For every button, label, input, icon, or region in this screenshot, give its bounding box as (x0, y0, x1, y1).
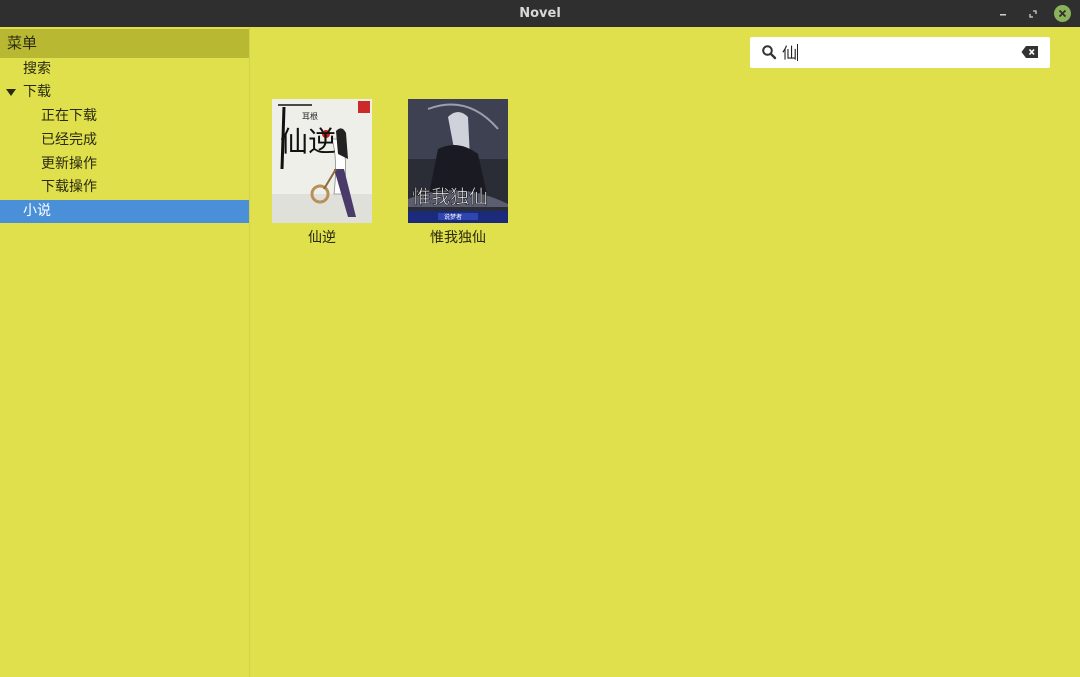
sidebar-item-search[interactable]: 搜索 (0, 58, 249, 81)
maximize-button[interactable] (1024, 5, 1042, 23)
book-cover-image: 仙逆 耳根 (272, 99, 372, 223)
sidebar-item-update-ops[interactable]: 更新操作 (0, 153, 249, 176)
book-title: 惟我独仙 (430, 230, 486, 246)
sidebar-item-novels[interactable]: 小说 (0, 200, 249, 223)
search-field[interactable] (750, 37, 1050, 68)
window-title: Novel (519, 6, 561, 21)
close-button[interactable] (1054, 5, 1071, 22)
main-content: 仙逆 耳根 仙逆 惟我独仙 说梦者 惟我独仙 (251, 27, 1080, 677)
cover-author-text: 耳根 (302, 111, 318, 121)
close-icon (1058, 9, 1067, 18)
sidebar-item-label: 下载操作 (41, 179, 97, 195)
expander-down-icon[interactable] (6, 89, 16, 96)
book-cover-image: 惟我独仙 说梦者 (408, 99, 508, 223)
search-input[interactable] (782, 42, 1012, 63)
restore-icon (1029, 10, 1037, 18)
cover-author-text: 说梦者 (444, 213, 462, 221)
sidebar-item-download-ops[interactable]: 下载操作 (0, 176, 249, 199)
sidebar-item-label: 正在下载 (41, 108, 97, 124)
book-cover[interactable]: 惟我独仙 说梦者 (408, 99, 508, 223)
sidebar-item-completed[interactable]: 已经完成 (0, 129, 249, 152)
sidebar-header[interactable]: 菜单 (0, 29, 249, 58)
minimize-button[interactable] (994, 5, 1012, 23)
sidebar-item-label: 搜索 (23, 61, 51, 77)
cover-title-text: 仙逆 (280, 125, 336, 158)
book-cover[interactable]: 仙逆 耳根 (272, 99, 372, 223)
sidebar-item-download[interactable]: 下载 (0, 81, 249, 104)
book-title: 仙逆 (308, 230, 336, 246)
window-titlebar: Novel (0, 0, 1080, 27)
text-cursor (797, 44, 798, 61)
sidebar-item-label: 下载 (23, 84, 51, 100)
minimize-icon (1000, 14, 1006, 16)
cover-title-text: 惟我独仙 (412, 186, 488, 208)
sidebar-item-downloading[interactable]: 正在下载 (0, 105, 249, 128)
sidebar-item-label: 已经完成 (41, 132, 97, 148)
sidebar-tree: 菜单 搜索 下载 正在下载 已经完成 更新操作 下载操作 小说 (0, 27, 250, 677)
clear-search-icon[interactable] (1021, 45, 1039, 59)
sidebar-item-label: 更新操作 (41, 156, 97, 172)
search-icon (762, 45, 777, 60)
sidebar-item-label: 小说 (23, 203, 51, 219)
